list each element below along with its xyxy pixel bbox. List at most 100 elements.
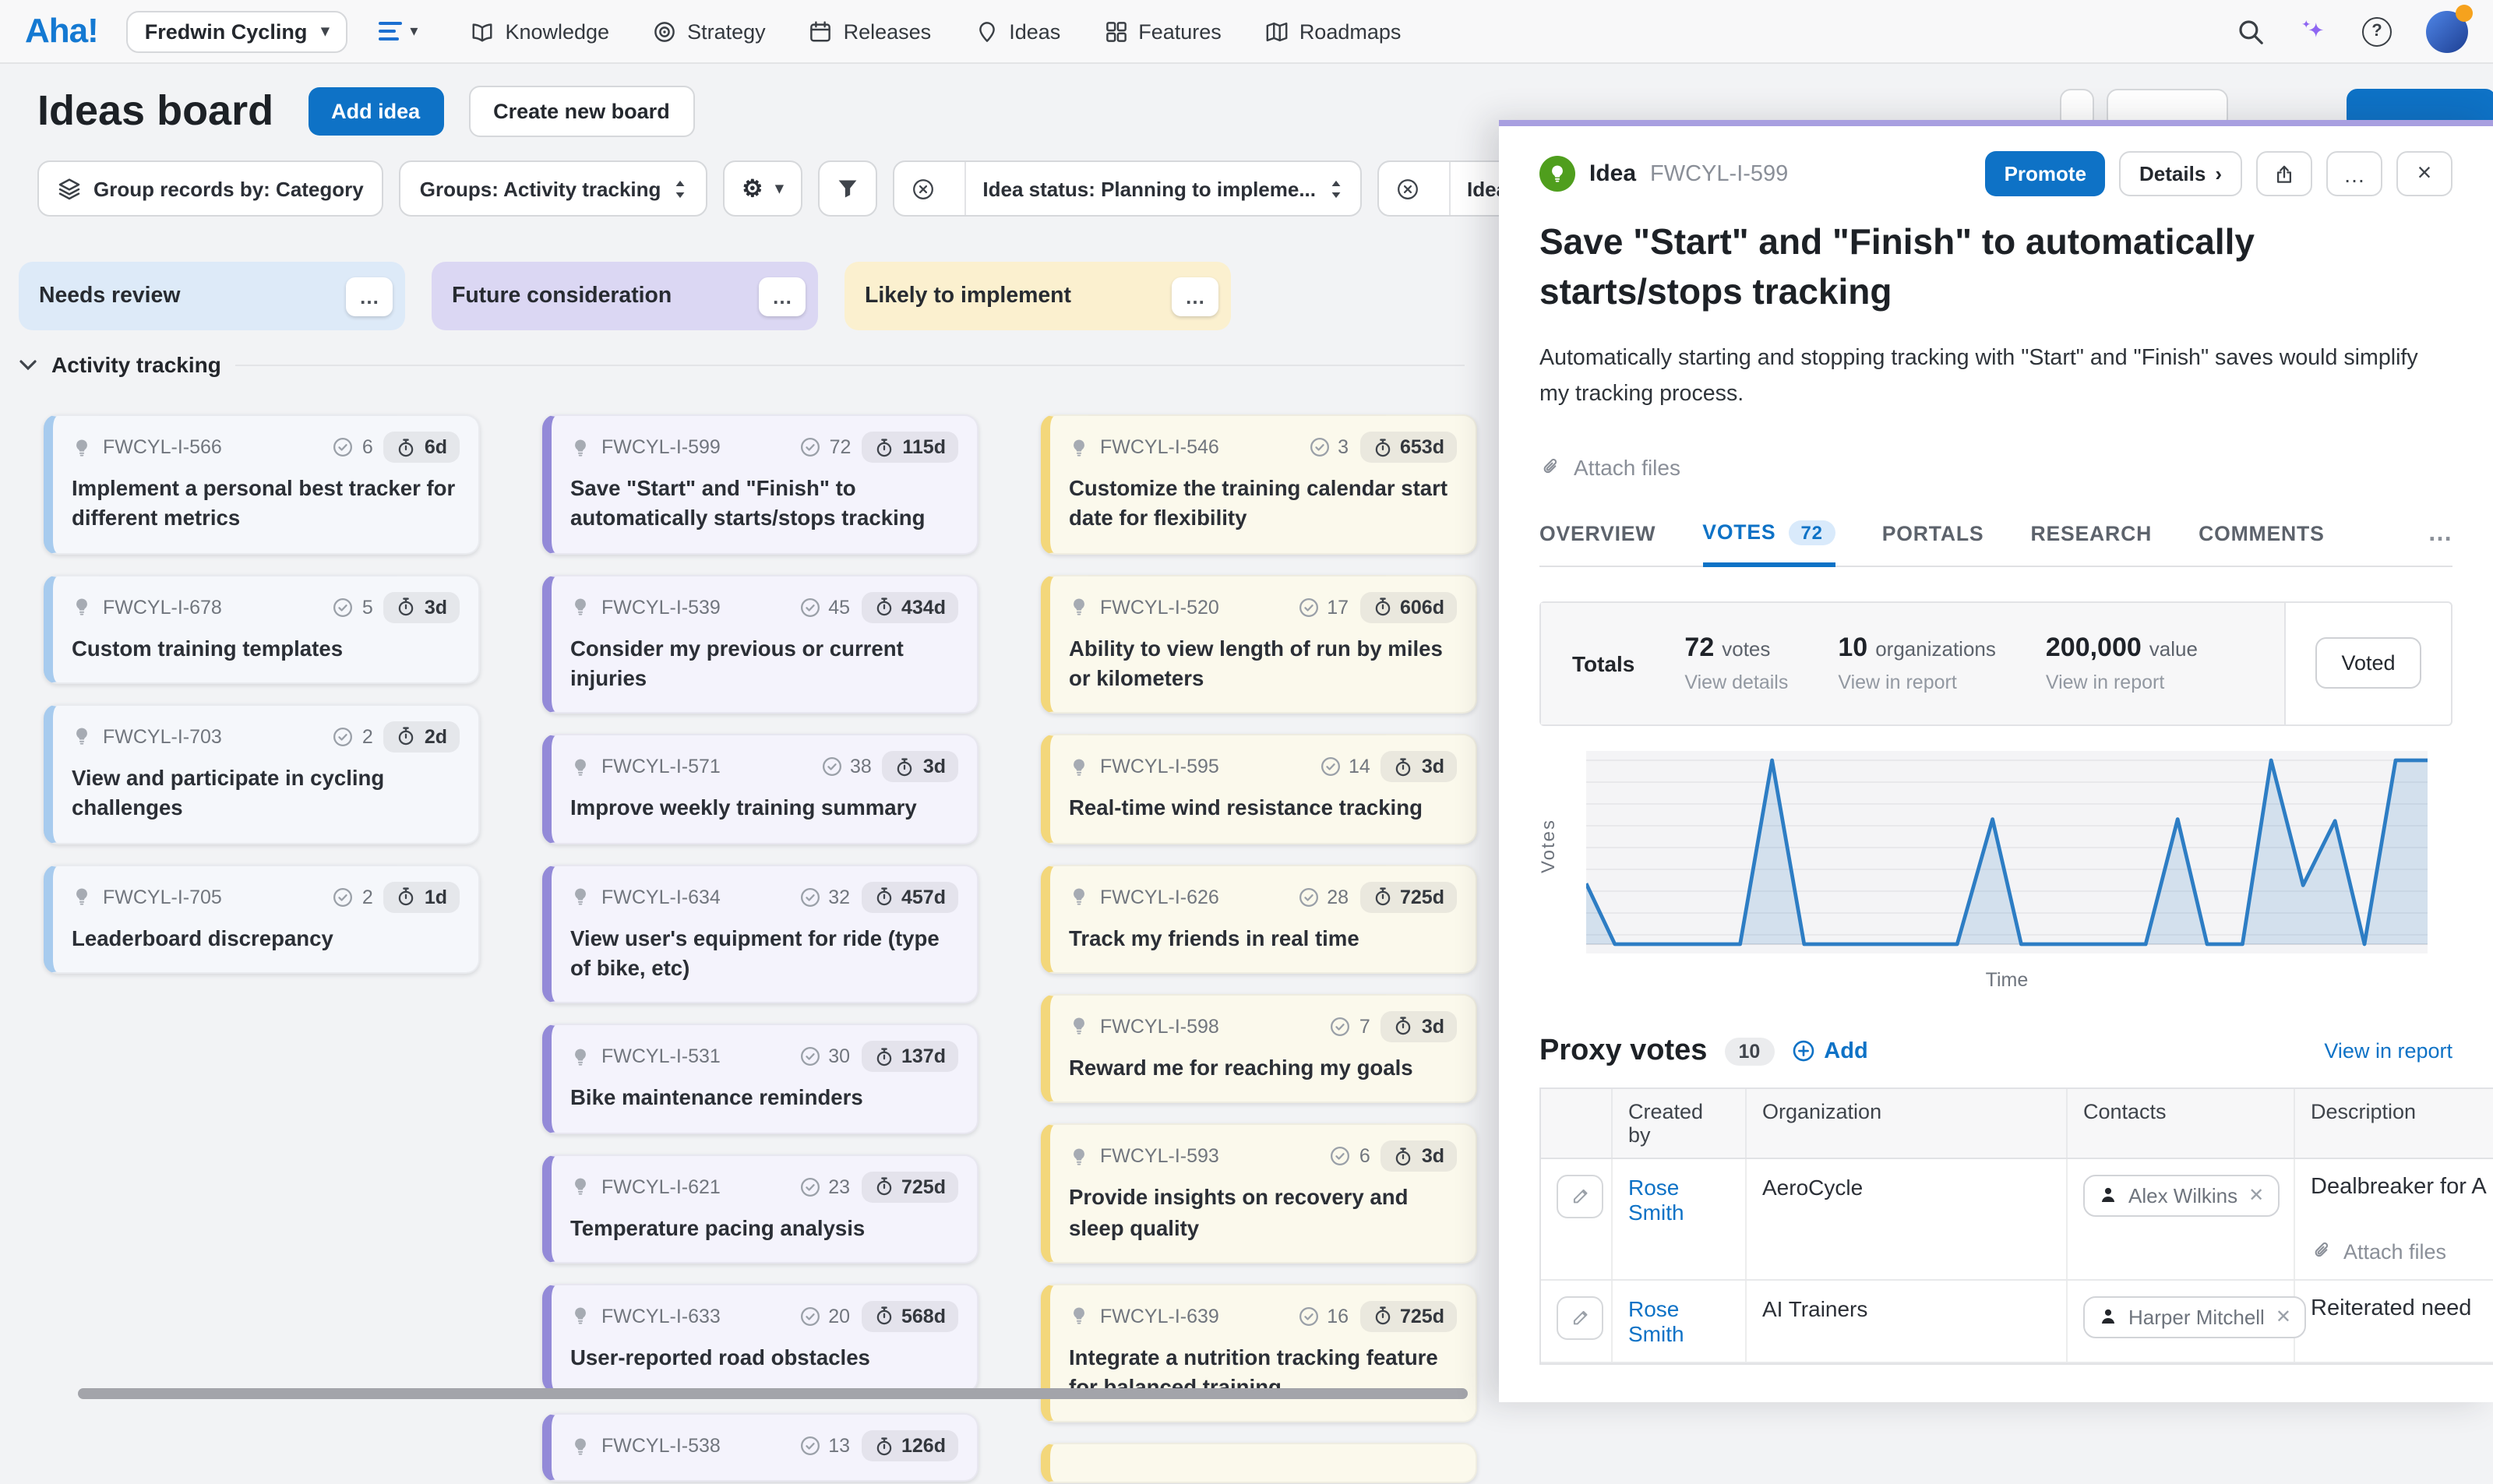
add-proxy-vote-button[interactable]: Add [1791, 1039, 1867, 1064]
votes-number: 38 [850, 756, 872, 778]
card-header-row: FWCYL-I-59972115d [570, 432, 958, 463]
idea-card[interactable]: FWCYL-I-70521dLeaderboard discrepancy [44, 864, 480, 974]
age-badge: 1d [384, 881, 460, 912]
remove-merged-filter-button[interactable] [1378, 162, 1436, 215]
contact-chip[interactable]: Alex Wilkins✕ [2083, 1175, 2280, 1217]
tabs-more-button[interactable]: … [2428, 520, 2452, 566]
nav-item-features[interactable]: Features [1104, 19, 1222, 43]
tab-comments[interactable]: COMMENTS [2199, 522, 2325, 567]
votes-count: 5 [333, 596, 373, 618]
idea-card[interactable]: FWCYL-I-53130137dBike maintenance remind… [542, 1024, 979, 1133]
votes-count: 20 [799, 1306, 850, 1327]
age-value: 568d [901, 1306, 946, 1327]
bulb-icon [570, 597, 591, 617]
ai-sparkle-icon[interactable] [2298, 16, 2328, 46]
idea-title: Real-time wind resistance tracking [1069, 794, 1457, 824]
top-nav: Aha! Fredwin Cycling ▾ ▾ KnowledgeStrate… [0, 0, 2493, 64]
nav-item-releases[interactable]: Releases [809, 19, 932, 43]
contact-chip[interactable]: Harper Mitchell✕ [2083, 1296, 2307, 1338]
filter-chip[interactable] [817, 160, 876, 217]
card-header-row: FWCYL-I-70322d [72, 721, 460, 753]
bulb-icon [1069, 1017, 1089, 1037]
created-by-link[interactable]: Rose Smith [1628, 1296, 1684, 1346]
nav-item-strategy[interactable]: Strategy [653, 19, 766, 43]
edit-proxy-vote-button[interactable] [1557, 1296, 1603, 1340]
votes-count: 38 [820, 756, 872, 778]
idea-card[interactable]: FWCYL-I-70322d View and participate in cy… [44, 704, 480, 844]
more-options-button[interactable]: … [2326, 151, 2382, 196]
group-section-activity-tracking[interactable]: Activity tracking [19, 352, 1465, 377]
groups-label: Groups: Activity tracking [420, 177, 661, 200]
idea-card[interactable]: FWCYL-I-53945434dConsider my previous or… [542, 574, 979, 714]
tab-votes[interactable]: VOTES72 [1702, 520, 1835, 567]
voted-button[interactable]: Voted [2315, 638, 2421, 689]
nav-item-roadmaps[interactable]: Roadmaps [1265, 19, 1402, 43]
group-records-by-chip[interactable]: Group records by: Category [37, 160, 384, 217]
bulb-icon [570, 1306, 591, 1327]
idea-card[interactable]: FWCYL-I-56666dImplement a personal best … [44, 414, 480, 554]
age-badge: 653d [1359, 432, 1457, 463]
view-switcher-button[interactable]: ▾ [379, 21, 418, 41]
drawer-tabs: OVERVIEW VOTES72 PORTALS RESEARCH COMMENTS … [1539, 520, 2452, 567]
stat-unit: value [2149, 638, 2198, 661]
idea-title: Customize the training calendar start da… [1069, 474, 1457, 534]
help-icon[interactable]: ? [2362, 16, 2392, 46]
stopwatch-icon [1372, 597, 1392, 617]
idea-card[interactable]: FWCYL-I-67853dCustom training templates [44, 574, 480, 684]
idea-card[interactable]: FWCYL-I-571383dImprove weekly training s… [542, 735, 979, 844]
tab-research[interactable]: RESEARCH [2030, 522, 2152, 567]
created-by-link[interactable]: Rose Smith [1628, 1175, 1684, 1225]
age-value: 457d [901, 886, 946, 908]
idea-card[interactable]: FWCYL-I-53813126d [542, 1413, 979, 1482]
nav-item-knowledge[interactable]: Knowledge [471, 19, 609, 43]
share-button[interactable] [2256, 151, 2312, 196]
details-button[interactable]: Details › [2119, 151, 2242, 196]
settings-chip[interactable]: ⚙ ▾ [723, 160, 802, 217]
horizontal-scrollbar[interactable] [78, 1388, 1468, 1399]
edit-proxy-vote-button[interactable] [1557, 1175, 1603, 1218]
pin-icon [975, 19, 998, 43]
avatar[interactable] [2426, 10, 2468, 52]
add-idea-button[interactable]: Add idea [308, 87, 443, 136]
create-new-board-button[interactable]: Create new board [468, 86, 695, 137]
idea-card[interactable]: FWCYL-I-59363dProvide insights on recove… [1041, 1123, 1477, 1263]
idea-card[interactable]: FWCYL-I-52017606dAbility to view length … [1041, 574, 1477, 714]
remove-contact-icon[interactable]: ✕ [2276, 1306, 2291, 1328]
tab-portals[interactable]: PORTALS [1882, 522, 1984, 567]
column-menu-button[interactable]: … [1172, 277, 1218, 315]
stat-link[interactable]: View details [1684, 672, 1788, 694]
idea-card[interactable]: FWCYL-I-59972115dSave "Start" and "Finis… [542, 414, 979, 554]
idea-card[interactable]: FWCYL-I-59873dReward me for reaching my … [1041, 994, 1477, 1104]
idea-card[interactable]: FWCYL-I-62628725dTrack my friends in rea… [1041, 864, 1477, 974]
idea-id: FWCYL-I-566 [103, 436, 322, 458]
tab-overview[interactable]: OVERVIEW [1539, 522, 1656, 567]
search-icon[interactable] [2237, 18, 2264, 44]
attach-files-control[interactable]: Attach files [1539, 455, 2452, 480]
stat-link[interactable]: View in report [2046, 672, 2198, 694]
promote-button[interactable]: Promote [1986, 151, 2105, 196]
nav-item-ideas[interactable]: Ideas [975, 19, 1060, 43]
view-in-report-link[interactable]: View in report [2324, 1040, 2452, 1063]
idea-card[interactable] [1041, 1443, 1477, 1484]
idea-card[interactable]: FWCYL-I-595143dReal-time wind resistance… [1041, 735, 1477, 844]
remove-status-filter-button[interactable] [894, 162, 951, 215]
idea-card[interactable]: FWCYL-I-62123725dTemperature pacing anal… [542, 1154, 979, 1264]
votes-number: 72 [830, 436, 852, 458]
attach-files-control[interactable]: Attach files [2311, 1240, 2493, 1264]
votes-number: 2 [362, 886, 373, 908]
organization-cell: AI Trainers [1747, 1281, 2068, 1362]
column-menu-button[interactable]: … [346, 277, 393, 315]
idea-title: View and participate in cycling challeng… [72, 763, 460, 823]
column-menu-button[interactable]: … [759, 277, 806, 315]
stat-link[interactable]: View in report [1838, 672, 1996, 694]
workspace-selector[interactable]: Fredwin Cycling ▾ [126, 10, 348, 52]
age-value: 115d [902, 436, 946, 458]
idea-card[interactable]: FWCYL-I-63320568dUser-reported road obst… [542, 1284, 979, 1394]
card-header-row: FWCYL-I-59873d [1069, 1011, 1457, 1042]
idea-card[interactable]: FWCYL-I-63432457dView user's equipment f… [542, 864, 979, 1003]
status-filter-value[interactable]: Idea status: Planning to impleme... [964, 162, 1359, 215]
close-button[interactable]: × [2396, 151, 2452, 196]
idea-card[interactable]: FWCYL-I-5463653dCustomize the training c… [1041, 414, 1477, 554]
groups-chip[interactable]: Groups: Activity tracking [400, 160, 708, 217]
remove-contact-icon[interactable]: ✕ [2248, 1185, 2264, 1207]
